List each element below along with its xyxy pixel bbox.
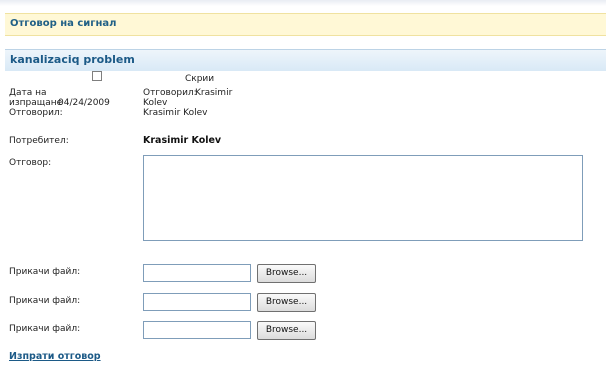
signal-title: kanalizaciq problem [10,53,135,66]
send-date-label-line1: Дата на [9,88,47,98]
page: Отговор на сигнал kanalizaciq problem Ск… [0,0,606,367]
send-answer-link[interactable]: Изпрати отговор [9,351,101,362]
page-header: Отговор на сигнал [5,13,606,36]
send-date-label-line2: изпращане [9,98,63,108]
attach-label-3: Прикачи файл: [9,324,81,334]
attach-file-input-1[interactable] [143,264,251,282]
browse-button-2[interactable]: Browse... [257,293,316,312]
page-title: Отговор на сигнал [10,18,117,29]
answered-by-value: Krasimir Kolev [143,108,208,118]
answered-by-inline-label: Отговорил: [143,88,197,98]
hide-label: Скрии [185,74,215,84]
answered-by-label: Отговорил: [9,108,63,118]
attach-label-2: Прикачи файл: [9,296,81,306]
top-border [0,0,606,6]
attach-file-input-2[interactable] [143,293,251,311]
user-value: Krasimir Kolev [143,135,222,146]
send-date-value: 04/24/2009 [58,98,110,108]
browse-button-3[interactable]: Browse... [257,321,316,340]
attach-file-input-3[interactable] [143,321,251,339]
answer-textarea[interactable] [143,155,583,241]
answer-label: Отговор: [9,158,52,168]
section-header: kanalizaciq problem [5,49,606,71]
user-label: Потребител: [9,136,69,146]
hide-checkbox[interactable] [92,71,102,81]
attach-label-1: Прикачи файл: [9,267,81,277]
answered-by-inline-first: Krasimir [195,88,233,98]
browse-button-1[interactable]: Browse... [257,264,316,283]
answered-by-inline-last: Kolev [143,98,168,108]
